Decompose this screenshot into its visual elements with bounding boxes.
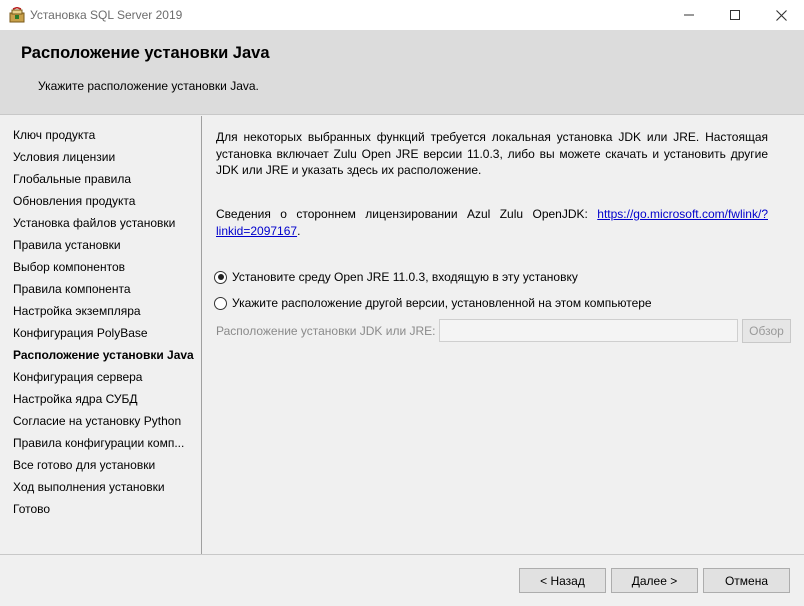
license-info: Сведения о стороннем лицензировании Azul… <box>216 206 768 239</box>
nav-item-product-updates[interactable]: Обновления продукта <box>13 194 135 208</box>
nav-item-feature-config-rules[interactable]: Правила конфигурации комп... <box>13 436 184 450</box>
page-title: Расположение установки Java <box>21 44 270 62</box>
nav-item-polybase-config[interactable]: Конфигурация PolyBase <box>13 326 148 340</box>
nav-item-python-consent[interactable]: Согласие на установку Python <box>13 414 181 428</box>
page-subtitle: Укажите расположение установки Java. <box>38 79 259 93</box>
steps-sidebar: Ключ продукта Условия лицензии Глобальны… <box>0 116 202 554</box>
radio-included-jre[interactable] <box>214 270 227 284</box>
minimize-icon <box>684 14 694 16</box>
nav-item-global-rules[interactable]: Глобальные правила <box>13 172 131 186</box>
page-header: Расположение установки Java Укажите расп… <box>0 30 804 115</box>
radio-option-included-jre[interactable]: Установите среду Open JRE 11.0.3, входящ… <box>214 270 578 284</box>
jdk-path-label: Расположение установки JDK или JRE: <box>216 324 436 338</box>
nav-item-license-terms[interactable]: Условия лицензии <box>13 150 115 164</box>
radio-option-other-location[interactable]: Укажите расположение другой версии, уста… <box>214 296 652 310</box>
maximize-icon <box>730 10 740 20</box>
radio-other-location-label[interactable]: Укажите расположение другой версии, уста… <box>232 296 652 310</box>
nav-item-product-key[interactable]: Ключ продукта <box>13 128 95 142</box>
jdk-path-input[interactable] <box>439 319 738 342</box>
nav-item-install-rules[interactable]: Правила установки <box>13 238 121 252</box>
close-button[interactable] <box>758 0 804 30</box>
nav-item-server-config[interactable]: Конфигурация сервера <box>13 370 142 384</box>
jdk-description: Для некоторых выбранных функций требуетс… <box>216 130 768 177</box>
main-content: Для некоторых выбранных функций требуетс… <box>203 116 804 554</box>
next-button[interactable]: Далее > <box>611 568 698 593</box>
browse-button[interactable]: Обзор <box>742 319 791 343</box>
nav-item-install-setup-files[interactable]: Установка файлов установки <box>13 216 175 230</box>
license-suffix: . <box>297 223 301 238</box>
radio-included-jre-label[interactable]: Установите среду Open JRE 11.0.3, входящ… <box>232 270 578 284</box>
nav-item-ready-to-install[interactable]: Все готово для установки <box>13 458 155 472</box>
title-bar: Установка SQL Server 2019 <box>0 0 804 30</box>
nav-item-complete[interactable]: Готово <box>13 502 50 516</box>
nav-item-db-engine-config[interactable]: Настройка ядра СУБД <box>13 392 137 406</box>
back-button[interactable]: < Назад <box>519 568 606 593</box>
sql-server-setup-icon <box>9 7 25 23</box>
nav-item-feature-rules[interactable]: Правила компонента <box>13 282 131 296</box>
nav-item-feature-selection[interactable]: Выбор компонентов <box>13 260 125 274</box>
nav-item-java-install-location[interactable]: Расположение установки Java <box>13 348 194 362</box>
nav-item-install-progress[interactable]: Ход выполнения установки <box>13 480 165 494</box>
window-title: Установка SQL Server 2019 <box>30 8 183 22</box>
nav-item-instance-config[interactable]: Настройка экземпляра <box>13 304 141 318</box>
wizard-footer: < Назад Далее > Отмена <box>0 554 804 606</box>
radio-other-location[interactable] <box>214 296 227 310</box>
close-icon <box>775 9 787 21</box>
minimize-button[interactable] <box>666 0 712 30</box>
cancel-button[interactable]: Отмена <box>703 568 790 593</box>
license-text: Сведения о стороннем лицензировании Azul… <box>216 207 598 221</box>
maximize-button[interactable] <box>712 0 758 30</box>
